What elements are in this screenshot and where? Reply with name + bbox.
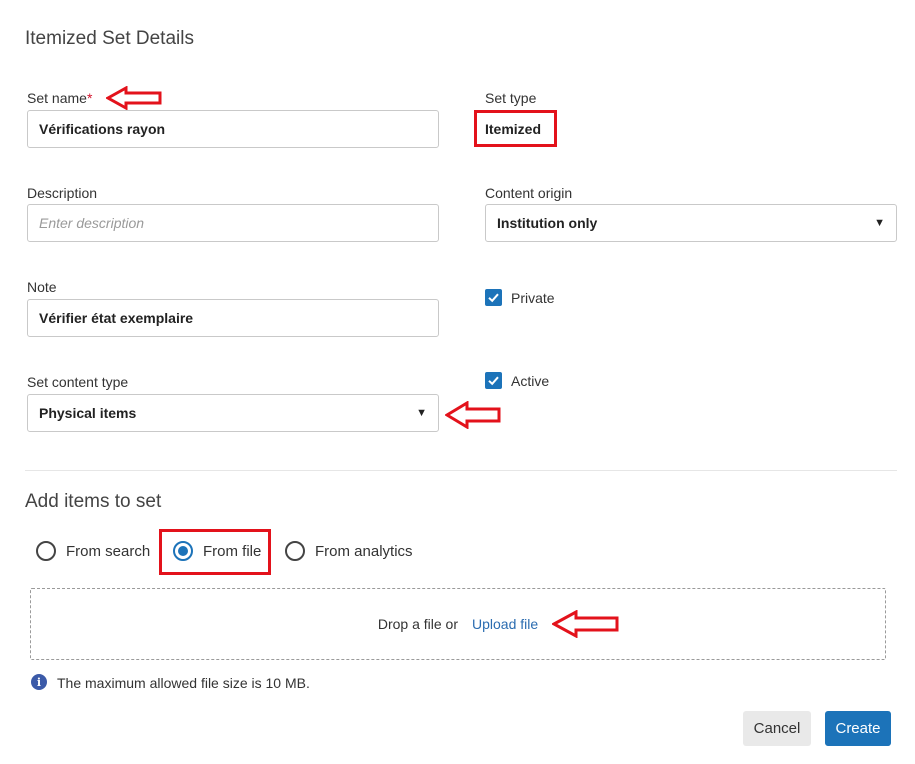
file-size-info: The maximum allowed file size is 10 MB.: [57, 675, 310, 691]
annotation-arrow-left-icon: [106, 86, 162, 110]
caret-down-icon: ▼: [874, 217, 885, 229]
note-value: Vérifier état exemplaire: [39, 310, 194, 326]
set-name-value: Vérifications rayon: [39, 121, 166, 137]
create-button[interactable]: Create: [825, 711, 891, 746]
required-mark: *: [86, 90, 93, 106]
active-label: Active: [511, 373, 550, 389]
annotation-arrow-left-icon: [552, 610, 619, 638]
radio-from-file[interactable]: [173, 541, 193, 561]
set-content-type-select[interactable]: Physical items ▼: [27, 394, 439, 432]
private-label: Private: [511, 290, 555, 306]
description-input[interactable]: Enter description: [27, 204, 439, 242]
content-origin-label: Content origin: [485, 185, 573, 201]
set-type-value: Itemized: [485, 121, 542, 137]
radio-from-analytics[interactable]: [285, 541, 305, 561]
set-content-type-value: Physical items: [39, 405, 137, 421]
description-label: Description: [27, 185, 98, 201]
caret-down-icon: ▼: [416, 407, 427, 419]
info-icon: i: [31, 674, 47, 690]
private-checkbox[interactable]: [485, 289, 502, 306]
note-input[interactable]: Vérifier état exemplaire: [27, 299, 439, 337]
active-checkbox[interactable]: [485, 372, 502, 389]
dialog-title: Itemized Set Details: [25, 28, 194, 49]
checkmark-icon: [488, 376, 499, 386]
annotation-arrow-left-icon: [445, 401, 501, 429]
content-origin-value: Institution only: [497, 215, 598, 231]
add-items-title: Add items to set: [25, 491, 162, 512]
description-placeholder: Enter description: [39, 215, 145, 231]
section-divider: [25, 470, 897, 471]
file-dropzone[interactable]: Drop a file or Upload file: [30, 588, 886, 660]
note-label: Note: [27, 279, 57, 295]
checkmark-icon: [488, 293, 499, 303]
content-origin-select[interactable]: Institution only ▼: [485, 204, 897, 242]
set-type-label: Set type: [485, 90, 537, 106]
radio-from-search-label[interactable]: From search: [66, 543, 150, 560]
dropzone-text: Drop a file or: [377, 616, 458, 632]
radio-from-file-label[interactable]: From file: [203, 543, 261, 560]
set-content-type-label: Set content type: [27, 374, 129, 390]
set-name-label: Set name*: [27, 90, 93, 106]
set-name-input[interactable]: Vérifications rayon: [27, 110, 439, 148]
radio-from-search[interactable]: [36, 541, 56, 561]
radio-from-analytics-label[interactable]: From analytics: [315, 543, 413, 560]
upload-file-link[interactable]: Upload file: [472, 616, 538, 632]
cancel-button[interactable]: Cancel: [743, 711, 811, 746]
